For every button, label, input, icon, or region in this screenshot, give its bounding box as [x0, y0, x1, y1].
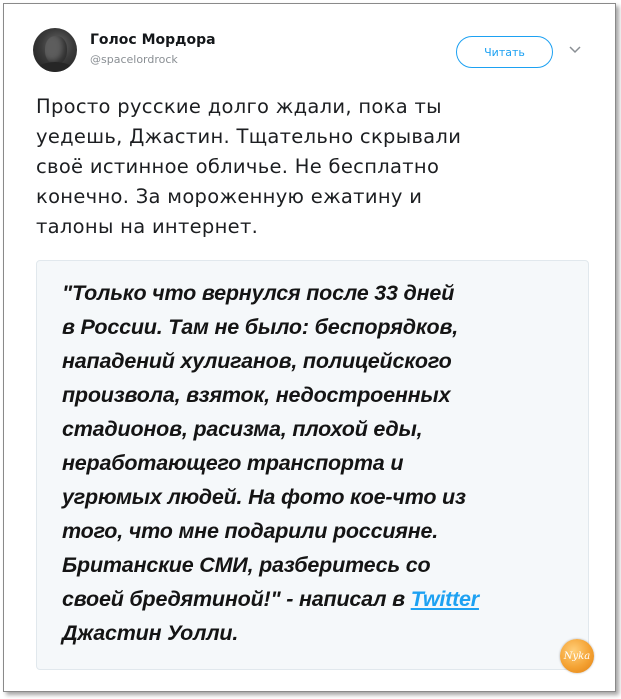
- quote-text: "Только что вернулся после 33 дней в Рос…: [62, 276, 582, 650]
- tweet-line: талоны на интернет.: [36, 215, 259, 238]
- quote-line: Британские СМИ, разберитесь со: [62, 553, 431, 577]
- twitter-link[interactable]: Twitter: [411, 587, 479, 611]
- quote-line: нападений хулиганов, полицейского: [62, 349, 452, 373]
- quote-line: в России. Там не было: беспорядков,: [62, 315, 459, 339]
- tweet-line: своё истинное обличье. Не бесплатно: [36, 155, 440, 178]
- tweet-line: конечно. За мороженную ежатину и: [36, 185, 423, 208]
- quote-line: того, что мне подарили россияне.: [62, 519, 439, 543]
- watermark-text: Nyka: [563, 650, 591, 662]
- quote-line: "Только что вернулся после 33 дней: [62, 281, 455, 305]
- avatar-face: [45, 36, 67, 64]
- quote-line-with-link: своей бредятиной!" - написал в Twitter: [62, 582, 582, 616]
- chevron-down-icon[interactable]: [567, 42, 583, 58]
- quote-line: неработающего транспорта и: [62, 451, 404, 475]
- watermark-logo: Nyka: [560, 639, 594, 673]
- tweet-line: уедешь, Джастин. Тщательно скрывали: [36, 125, 462, 148]
- account-name[interactable]: Голос Мордора: [90, 32, 216, 48]
- quote-line: стадионов, расизма, плохой еды,: [62, 417, 423, 441]
- follow-button[interactable]: Читать: [456, 36, 553, 68]
- quote-line: произвола, взяток, недостроенных: [62, 383, 451, 407]
- tweet-line: Просто русские долго ждали, пока ты: [36, 95, 442, 118]
- quote-line-prefix: своей бредятиной!" - написал в: [62, 587, 411, 611]
- account-handle[interactable]: @spacelordrock: [90, 53, 178, 66]
- avatar-shoulder: [35, 62, 75, 72]
- tweet-text: Просто русские долго ждали, пока ты уеде…: [36, 92, 576, 242]
- quote-line: угрюмых людей. На фото кое-что из: [62, 485, 466, 509]
- avatar[interactable]: [33, 28, 77, 72]
- quote-line: Джастин Уолли.: [62, 621, 239, 645]
